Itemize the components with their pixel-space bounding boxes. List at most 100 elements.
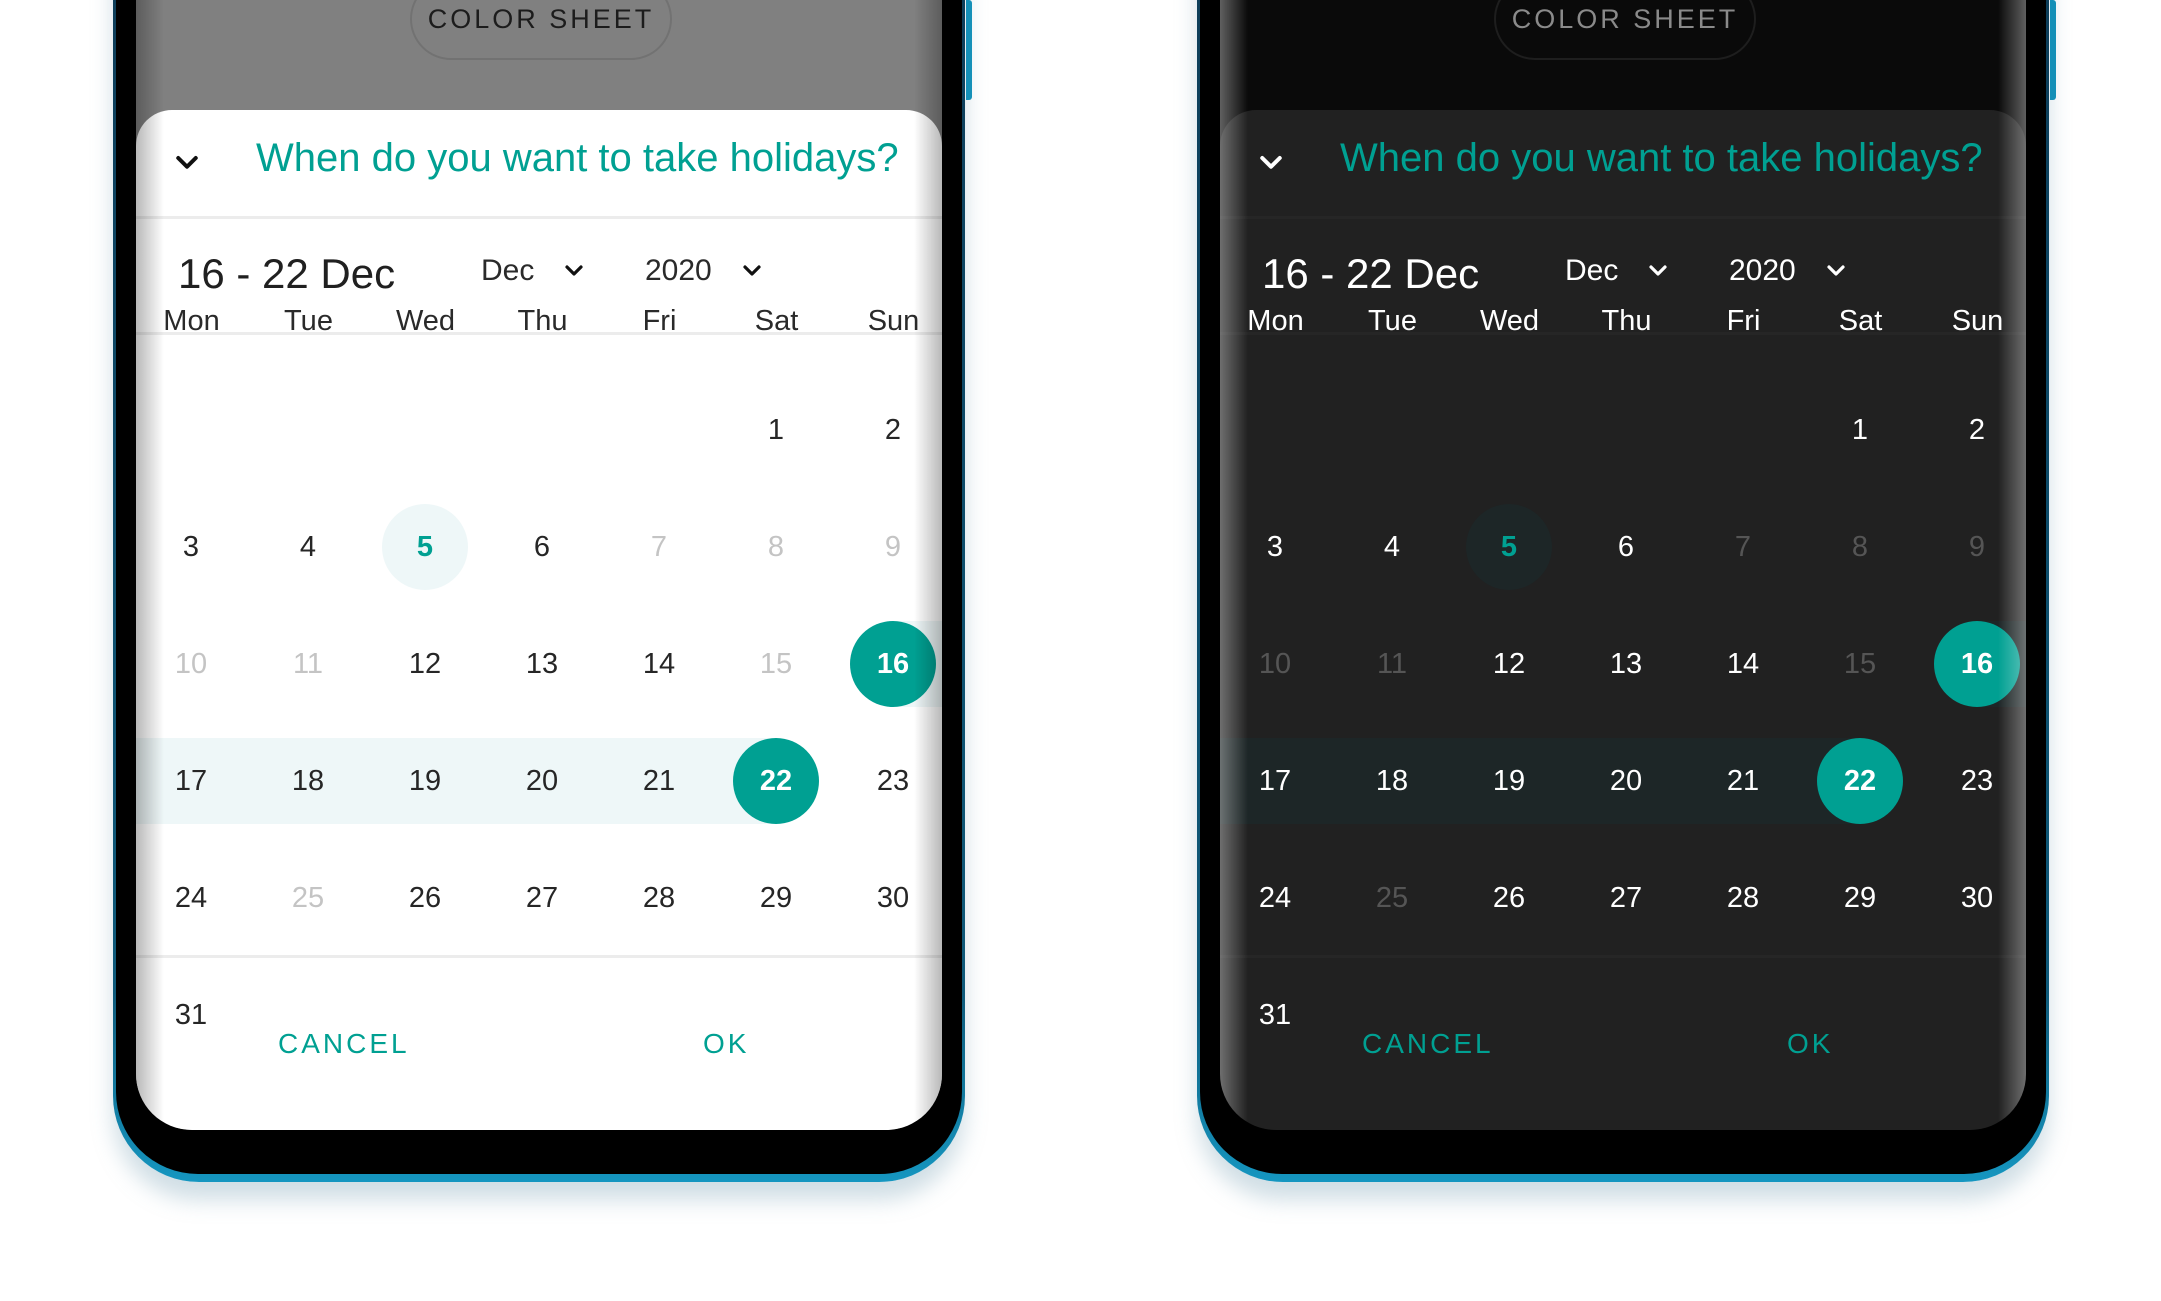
day-cell-range-start[interactable]: 16 — [850, 621, 936, 707]
day-cell[interactable]: 26 — [382, 855, 468, 941]
color-sheet-button[interactable]: COLOR SHEET — [410, 0, 672, 60]
weekday-label: Fri — [642, 305, 677, 337]
day-cell[interactable]: 18 — [1349, 738, 1435, 824]
day-cell[interactable]: 21 — [616, 738, 702, 824]
day-cell[interactable]: 3 — [1232, 504, 1318, 590]
ok-button[interactable]: OK — [703, 1028, 749, 1060]
day-cell[interactable]: 2 — [1934, 387, 2020, 473]
day-cell-today[interactable]: 5 — [1466, 504, 1552, 590]
day-cell[interactable]: 30 — [850, 855, 936, 941]
selected-range-label: 16 - 22 Dec — [178, 250, 396, 297]
day-cell: 10 — [174, 647, 208, 680]
day-cell[interactable]: 2 — [850, 387, 936, 473]
day-cell[interactable]: 12 — [382, 621, 468, 707]
cancel-button[interactable]: CANCEL — [278, 1028, 410, 1060]
day-cell[interactable]: 24 — [148, 855, 234, 941]
day-cell: 7 — [650, 530, 668, 563]
day-cell[interactable]: 6 — [499, 504, 585, 590]
day-cell[interactable]: 19 — [1466, 738, 1552, 824]
day-cell-today[interactable]: 5 — [382, 504, 468, 590]
sheet-actions: CANCEL OK — [136, 1000, 942, 1120]
day-cell[interactable]: 18 — [265, 738, 351, 824]
day-cell: 7 — [1734, 530, 1752, 563]
day-cell[interactable]: 19 — [382, 738, 468, 824]
day-cell[interactable]: 13 — [499, 621, 585, 707]
day-cell[interactable]: 28 — [616, 855, 702, 941]
selected-range-label: 16 - 22 Dec — [1262, 250, 1480, 297]
day-cell[interactable]: 29 — [1817, 855, 1903, 941]
sheet-header: When do you want to take holidays? — [1220, 110, 2026, 216]
phone-body: COLOR SHEET When do you want to take hol… — [1200, 0, 2046, 1174]
weekday-label: Thu — [1601, 305, 1652, 337]
year-dropdown-value: 2020 — [645, 254, 712, 287]
sheet-title: When do you want to take holidays? — [1340, 136, 1983, 180]
chevron-down-icon — [1824, 259, 1848, 283]
day-cell[interactable]: 1 — [1817, 387, 1903, 473]
day-cell[interactable]: 4 — [265, 504, 351, 590]
day-cell[interactable]: 20 — [499, 738, 585, 824]
weekday-label: Mon — [163, 305, 220, 337]
weekday-label: Thu — [517, 305, 568, 337]
day-cell[interactable]: 1 — [733, 387, 819, 473]
day-cell: 8 — [767, 530, 785, 563]
day-cell[interactable]: 3 — [148, 504, 234, 590]
day-cell[interactable]: 28 — [1700, 855, 1786, 941]
month-dropdown[interactable]: Dec — [1565, 254, 1670, 288]
divider — [136, 216, 942, 219]
weekday-header-row: Mon Tue Wed Thu Fri Sat Sun — [136, 305, 942, 365]
day-cell: 25 — [1375, 881, 1409, 914]
day-cell[interactable]: 29 — [733, 855, 819, 941]
weekday-label: Mon — [1247, 305, 1304, 337]
day-cell[interactable]: 30 — [1934, 855, 2020, 941]
day-cell-range-end[interactable]: 22 — [733, 738, 819, 824]
year-dropdown[interactable]: 2020 — [1729, 254, 1848, 288]
weekday-label: Tue — [284, 305, 333, 337]
day-cell[interactable]: 23 — [1934, 738, 2020, 824]
weekday-label: Wed — [395, 305, 456, 337]
weekday-label: Sat — [1838, 305, 1883, 337]
day-cell[interactable]: 17 — [1232, 738, 1318, 824]
weekday-label: Sat — [754, 305, 799, 337]
divider — [136, 955, 942, 958]
day-cell[interactable]: 12 — [1466, 621, 1552, 707]
collapse-chevron-icon[interactable] — [1256, 148, 1286, 178]
day-cell: 11 — [1376, 647, 1408, 680]
weekday-label: Wed — [1479, 305, 1540, 337]
day-cell: 10 — [1258, 647, 1292, 680]
day-cell[interactable]: 17 — [148, 738, 234, 824]
year-dropdown-value: 2020 — [1729, 254, 1796, 287]
weekday-label: Sun — [1951, 305, 2004, 337]
day-cell: 25 — [291, 881, 325, 914]
year-dropdown[interactable]: 2020 — [645, 254, 764, 288]
day-cell[interactable]: 27 — [499, 855, 585, 941]
phone-light: COLOR SHEET When do you want to take hol… — [113, 0, 972, 1182]
day-cell-range-start[interactable]: 16 — [1934, 621, 2020, 707]
ok-button[interactable]: OK — [1787, 1028, 1833, 1060]
color-sheet-button[interactable]: COLOR SHEET — [1494, 0, 1756, 60]
day-cell[interactable]: 20 — [1583, 738, 1669, 824]
chevron-down-icon — [740, 259, 764, 283]
day-cell[interactable]: 14 — [616, 621, 702, 707]
day-cell[interactable]: 21 — [1700, 738, 1786, 824]
month-dropdown[interactable]: Dec — [481, 254, 586, 288]
day-cell[interactable]: 27 — [1583, 855, 1669, 941]
weekday-header-row: Mon Tue Wed Thu Fri Sat Sun — [1220, 305, 2026, 365]
divider — [1220, 955, 2026, 958]
weekday-label: Sun — [867, 305, 920, 337]
cancel-button[interactable]: CANCEL — [1362, 1028, 1494, 1060]
day-cell[interactable]: 13 — [1583, 621, 1669, 707]
collapse-chevron-icon[interactable] — [172, 148, 202, 178]
day-cell[interactable]: 23 — [850, 738, 936, 824]
sheet-header: When do you want to take holidays? — [136, 110, 942, 216]
day-cell[interactable]: 4 — [1349, 504, 1435, 590]
screen: COLOR SHEET When do you want to take hol… — [1220, 0, 2026, 1130]
day-cell: 8 — [1851, 530, 1869, 563]
day-cell-range-end[interactable]: 22 — [1817, 738, 1903, 824]
phone-dark: COLOR SHEET When do you want to take hol… — [1197, 0, 2056, 1182]
day-cell[interactable]: 6 — [1583, 504, 1669, 590]
day-cell[interactable]: 14 — [1700, 621, 1786, 707]
day-cell[interactable]: 26 — [1466, 855, 1552, 941]
phone-side-button — [966, 0, 972, 100]
phone-body: COLOR SHEET When do you want to take hol… — [116, 0, 962, 1174]
day-cell[interactable]: 24 — [1232, 855, 1318, 941]
